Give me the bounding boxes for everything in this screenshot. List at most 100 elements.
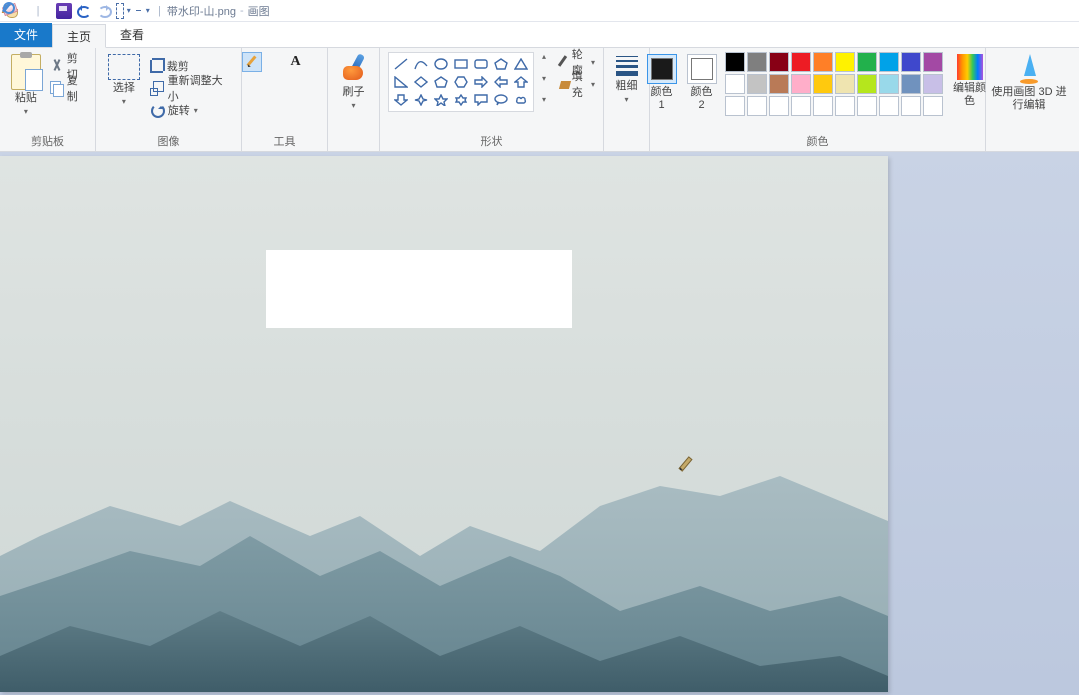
palette-custom-slot[interactable] — [901, 96, 921, 116]
palette-color[interactable] — [747, 52, 767, 72]
shape-arrow-up[interactable] — [512, 74, 530, 90]
shape-polygon[interactable] — [492, 56, 510, 72]
shape-arrow-right[interactable] — [472, 74, 490, 90]
shapes-expand[interactable]: ▾ — [542, 95, 546, 104]
quick-select-button[interactable]: ▾ — [116, 3, 132, 19]
color2-button[interactable]: 颜色 2 — [685, 52, 719, 114]
size-button[interactable]: 粗细 ▾ — [610, 52, 644, 106]
shape-callout-cloud[interactable] — [512, 92, 530, 108]
group-size: 粗细 ▾ — [604, 48, 650, 151]
resize-icon — [150, 81, 164, 95]
tab-home[interactable]: 主页 — [52, 24, 106, 48]
canvas[interactable] — [0, 156, 888, 692]
shape-star5[interactable] — [432, 92, 450, 108]
fill-icon — [558, 77, 568, 91]
palette-color[interactable] — [879, 74, 899, 94]
undo-button[interactable] — [76, 3, 92, 19]
palette-color[interactable] — [901, 74, 921, 94]
size-icon — [614, 54, 640, 78]
shape-line[interactable] — [392, 56, 410, 72]
shape-star6[interactable] — [452, 92, 470, 108]
copy-icon — [50, 81, 63, 95]
brush-icon — [337, 54, 371, 84]
palette-custom-slot[interactable] — [923, 96, 943, 116]
shape-pentagon[interactable] — [432, 74, 450, 90]
shape-roundrect[interactable] — [472, 56, 490, 72]
palette-color[interactable] — [747, 74, 767, 94]
palette-color[interactable] — [901, 52, 921, 72]
app-name: 画图 — [248, 3, 270, 19]
shape-arrow-left[interactable] — [492, 74, 510, 90]
shape-rect[interactable] — [452, 56, 470, 72]
tool-text[interactable]: A — [286, 52, 306, 72]
group-colors: 颜色 1 颜色 2 编辑颜色 颜色 — [650, 48, 986, 151]
palette-color[interactable] — [857, 52, 877, 72]
palette-color[interactable] — [813, 52, 833, 72]
palette-color[interactable] — [879, 52, 899, 72]
palette-custom-slot[interactable] — [725, 96, 745, 116]
palette-custom-slot[interactable] — [769, 96, 789, 116]
brushes-button[interactable]: 刷子 ▾ — [333, 52, 375, 112]
group-clipboard: 粘贴 ▾ 剪切 复制 剪贴板 — [0, 48, 96, 151]
copy-button[interactable]: 复制 — [50, 78, 87, 98]
palette-color[interactable] — [923, 74, 943, 94]
paste-button[interactable]: 粘贴 ▾ — [8, 52, 44, 118]
shape-hexagon[interactable] — [452, 74, 470, 90]
group-paint3d: 使用画图 3D 进行编辑 — [986, 48, 1072, 151]
shape-callout-rect[interactable] — [472, 92, 490, 108]
select-button[interactable]: 选择 ▾ — [104, 52, 144, 108]
edit-colors-icon — [957, 54, 983, 80]
tool-pencil[interactable] — [242, 52, 262, 72]
palette-custom-slot[interactable] — [747, 96, 767, 116]
palette-custom-slot[interactable] — [879, 96, 899, 116]
palette-color[interactable] — [725, 52, 745, 72]
select-icon — [108, 54, 140, 80]
shape-right-triangle[interactable] — [392, 74, 410, 90]
shape-star4[interactable] — [412, 92, 430, 108]
tool-fill[interactable] — [264, 52, 284, 72]
shape-gallery[interactable] — [388, 52, 534, 112]
cut-icon — [50, 59, 63, 73]
palette-color[interactable] — [835, 52, 855, 72]
palette-custom-slot[interactable] — [857, 96, 877, 116]
color1-button[interactable]: 颜色 1 — [645, 52, 679, 114]
palette-color[interactable] — [923, 52, 943, 72]
palette-color[interactable] — [791, 52, 811, 72]
palette-color[interactable] — [857, 74, 877, 94]
shape-triangle[interactable] — [512, 56, 530, 72]
tool-eraser[interactable] — [242, 74, 262, 94]
palette-color[interactable] — [725, 74, 745, 94]
palette-custom-slot[interactable] — [813, 96, 833, 116]
tab-file[interactable]: 文件 — [0, 23, 52, 47]
tool-magnifier[interactable] — [286, 74, 306, 94]
shape-arrow-down[interactable] — [392, 92, 410, 108]
palette-custom-slot[interactable] — [791, 96, 811, 116]
rotate-button[interactable]: 旋转 ▾ — [150, 100, 233, 120]
edit-colors-button[interactable]: 编辑颜色 — [949, 52, 991, 110]
title-bar: | ▾ ▾ | 带水印-山.png - 画图 — [0, 0, 1079, 22]
customize-qat-button[interactable]: ▾ — [136, 3, 152, 19]
palette-color[interactable] — [813, 74, 833, 94]
tool-color-picker[interactable] — [264, 74, 284, 94]
palette-color[interactable] — [791, 74, 811, 94]
palette-custom-slot[interactable] — [835, 96, 855, 116]
palette-color[interactable] — [835, 74, 855, 94]
workspace[interactable] — [0, 152, 1079, 695]
shapes-scroll-down[interactable]: ▾ — [542, 74, 546, 83]
shape-curve[interactable] — [412, 56, 430, 72]
shape-callout-oval[interactable] — [492, 92, 510, 108]
shape-oval[interactable] — [432, 56, 450, 72]
tab-view[interactable]: 查看 — [106, 23, 158, 47]
resize-button[interactable]: 重新调整大小 — [150, 78, 233, 98]
shape-diamond[interactable] — [412, 74, 430, 90]
save-button[interactable] — [56, 3, 72, 19]
shape-fill-button[interactable]: 填充 ▾ — [558, 74, 595, 94]
tool-grid: A — [242, 52, 328, 94]
palette-color[interactable] — [769, 74, 789, 94]
shapes-scroll-up[interactable]: ▴ — [542, 52, 546, 61]
redo-button[interactable] — [96, 3, 112, 19]
palette-color[interactable] — [769, 52, 789, 72]
group-tools: A 工具 — [242, 48, 328, 151]
ribbon: 粘贴 ▾ 剪切 复制 剪贴板 选择 ▾ — [0, 48, 1079, 152]
paint3d-button[interactable]: 使用画图 3D 进行编辑 — [986, 52, 1072, 114]
